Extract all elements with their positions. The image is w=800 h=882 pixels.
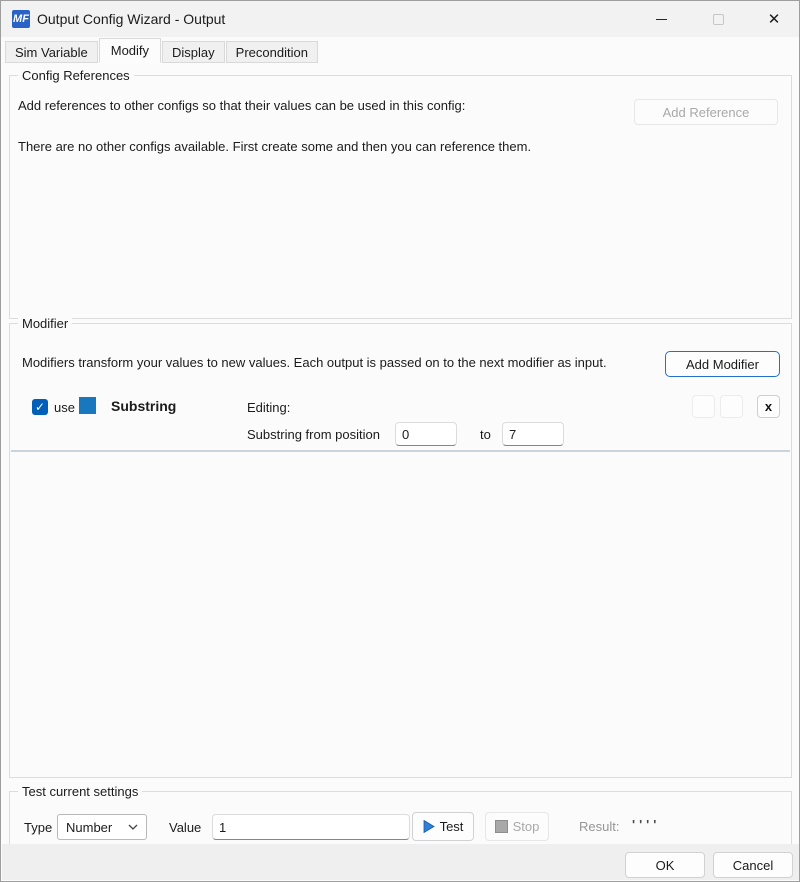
use-label: use xyxy=(54,400,75,415)
move-up-button[interactable] xyxy=(692,395,715,418)
config-references-group: Config References Add references to othe… xyxy=(9,75,792,319)
modifier-name: Substring xyxy=(111,398,176,414)
modifier-description: Modifiers transform your values to new v… xyxy=(22,355,607,370)
type-label: Type xyxy=(24,820,52,835)
tab-precondition[interactable]: Precondition xyxy=(226,41,318,63)
modifier-legend: Modifier xyxy=(18,316,72,331)
checkmark-icon: ✓ xyxy=(35,400,45,414)
modifier-row-separator xyxy=(11,450,790,452)
result-label: Result: xyxy=(579,819,619,834)
stop-button[interactable]: Stop xyxy=(485,812,549,841)
add-reference-button[interactable]: Add Reference xyxy=(634,99,778,125)
dialog-window: MF Output Config Wizard - Output ✕ Sim V… xyxy=(0,0,800,882)
test-button-label: Test xyxy=(440,819,464,834)
tab-label: Display xyxy=(172,45,215,60)
play-icon xyxy=(423,820,435,833)
to-label: to xyxy=(480,427,491,442)
test-settings-legend: Test current settings xyxy=(18,784,142,799)
tab-label: Modify xyxy=(111,43,149,58)
cancel-button-label: Cancel xyxy=(733,858,773,873)
editing-label: Editing: xyxy=(247,400,290,415)
ok-button[interactable]: OK xyxy=(625,852,705,878)
substring-position-label: Substring from position xyxy=(247,427,380,442)
test-button[interactable]: Test xyxy=(412,812,474,841)
add-modifier-button[interactable]: Add Modifier xyxy=(665,351,780,377)
add-modifier-label: Add Modifier xyxy=(686,357,759,372)
config-references-empty-message: There are no other configs available. Fi… xyxy=(18,139,531,154)
tab-display[interactable]: Display xyxy=(162,41,225,63)
maximize-icon xyxy=(713,14,724,25)
tab-strip: Sim Variable Modify Display Precondition xyxy=(5,38,319,63)
tab-sim-variable[interactable]: Sim Variable xyxy=(5,41,98,63)
modifier-color-swatch xyxy=(79,397,96,414)
minimize-icon xyxy=(656,19,667,20)
config-references-legend: Config References xyxy=(18,68,134,83)
test-settings-group: Test current settings Type Number Value … xyxy=(9,791,792,846)
window-title: Output Config Wizard - Output xyxy=(37,11,225,27)
substring-to-input[interactable] xyxy=(502,422,564,446)
chevron-down-icon xyxy=(128,824,138,830)
title-bar: MF Output Config Wizard - Output ✕ xyxy=(1,1,799,37)
cancel-button[interactable]: Cancel xyxy=(713,852,793,878)
value-label: Value xyxy=(169,820,201,835)
result-value: '''' xyxy=(632,817,660,832)
remove-modifier-button[interactable]: x xyxy=(757,395,780,418)
minimize-button[interactable] xyxy=(638,1,684,37)
stop-button-label: Stop xyxy=(513,819,540,834)
maximize-button[interactable] xyxy=(695,1,741,37)
close-icon: ✕ xyxy=(768,10,781,28)
type-dropdown[interactable]: Number xyxy=(57,814,147,840)
tab-modify[interactable]: Modify xyxy=(99,38,161,63)
config-references-description: Add references to other configs so that … xyxy=(18,98,465,113)
tab-label: Sim Variable xyxy=(15,45,88,60)
tab-label: Precondition xyxy=(236,45,308,60)
move-down-button[interactable] xyxy=(720,395,743,418)
test-value-input[interactable] xyxy=(212,814,410,840)
close-button[interactable]: ✕ xyxy=(751,1,797,37)
app-icon: MF xyxy=(12,10,30,28)
remove-icon: x xyxy=(765,399,772,414)
add-reference-label: Add Reference xyxy=(663,105,750,120)
modifier-group: Modifier Modifiers transform your values… xyxy=(9,323,792,778)
use-checkbox[interactable]: ✓ xyxy=(32,399,48,415)
type-dropdown-value: Number xyxy=(66,820,112,835)
substring-from-input[interactable] xyxy=(395,422,457,446)
stop-icon xyxy=(495,820,508,833)
ok-button-label: OK xyxy=(656,858,675,873)
